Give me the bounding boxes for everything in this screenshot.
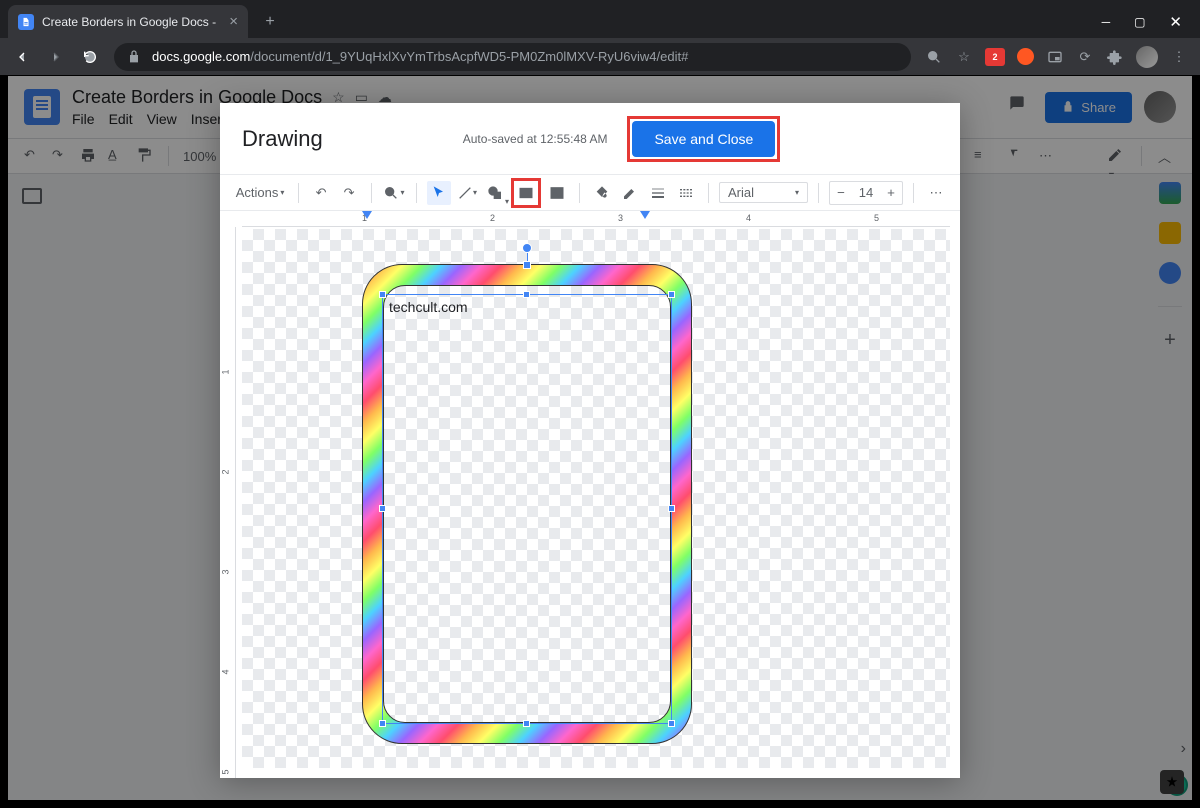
ublock-ext-icon[interactable] (1017, 48, 1034, 65)
textbox-content[interactable]: techcult.com (389, 299, 468, 315)
close-window-icon[interactable]: ✕ (1169, 13, 1182, 31)
resize-handle[interactable] (523, 261, 531, 269)
fill-color-icon[interactable] (590, 181, 614, 205)
textbox-tool-icon[interactable] (514, 181, 538, 205)
resize-handle[interactable] (668, 720, 675, 727)
resize-handle[interactable] (379, 505, 386, 512)
close-tab-icon[interactable]: × (229, 13, 238, 30)
save-and-close-button[interactable]: Save and Close (632, 121, 775, 157)
chrome-menu-icon[interactable]: ⋮ (1170, 48, 1188, 66)
profile-avatar[interactable] (1136, 46, 1158, 68)
textbox-shape[interactable]: techcult.com (382, 294, 672, 724)
redo-icon[interactable]: ↷ (337, 181, 361, 205)
font-size-value[interactable]: 14 (852, 185, 880, 200)
border-color-icon[interactable] (618, 181, 642, 205)
resize-handle[interactable] (379, 291, 386, 298)
docs-favicon (18, 14, 34, 30)
forward-icon (46, 47, 66, 67)
drawing-canvas[interactable]: techcult.com (242, 229, 950, 768)
font-size-stepper[interactable]: − 14 + (829, 181, 903, 205)
font-family-select[interactable]: Arial▾ (719, 182, 808, 203)
back-icon[interactable] (12, 47, 32, 67)
tab-title: Create Borders in Google Docs - (42, 15, 221, 29)
rotation-handle[interactable] (522, 243, 532, 253)
vertical-ruler: 1 2 3 4 5 (220, 227, 236, 778)
undo-icon[interactable]: ↶ (309, 181, 333, 205)
select-tool-icon[interactable] (427, 181, 451, 205)
resize-handle[interactable] (523, 291, 530, 298)
reader-ext-icon[interactable]: ⟳ (1076, 48, 1094, 66)
border-weight-icon[interactable] (646, 181, 670, 205)
border-dash-icon[interactable] (674, 181, 698, 205)
maximize-icon[interactable]: ▢ (1134, 15, 1145, 29)
resize-handle[interactable] (379, 720, 386, 727)
font-size-decrease[interactable]: − (830, 182, 852, 204)
dialog-title: Drawing (242, 126, 323, 152)
minimize-icon[interactable]: ─ (1102, 15, 1111, 29)
drawing-dialog: Drawing Auto-saved at 12:55:48 AM Save a… (220, 103, 960, 778)
image-tool-icon[interactable] (545, 181, 569, 205)
url-text: docs.google.com/document/d/1_9YUqHxlXvYm… (152, 49, 688, 64)
font-size-increase[interactable]: + (880, 182, 902, 204)
zoom-tool-icon[interactable]: ▾ (382, 181, 406, 205)
line-tool-icon[interactable]: ▾ (455, 181, 479, 205)
todo-ext-icon[interactable]: 2 (985, 48, 1005, 66)
actions-menu[interactable]: Actions ▾ (232, 181, 288, 205)
address-bar[interactable]: docs.google.com/document/d/1_9YUqHxlXvYm… (114, 43, 911, 71)
shape-tool-icon[interactable]: ▾ (483, 181, 507, 205)
new-tab-button[interactable]: + (256, 8, 284, 36)
bookmark-star-icon[interactable]: ☆ (955, 48, 973, 66)
browser-tab[interactable]: Create Borders in Google Docs - × (8, 5, 248, 38)
more-options-icon[interactable]: ⋯ (924, 181, 948, 205)
lock-icon (126, 49, 142, 65)
reload-icon[interactable] (80, 47, 100, 67)
pip-ext-icon[interactable] (1046, 48, 1064, 66)
horizontal-ruler: 1 2 3 4 5 (242, 211, 950, 227)
autosave-status: Auto-saved at 12:55:48 AM (463, 132, 608, 146)
resize-handle[interactable] (668, 505, 675, 512)
resize-handle[interactable] (668, 291, 675, 298)
search-in-page-icon[interactable] (925, 48, 943, 66)
extensions-icon[interactable] (1106, 48, 1124, 66)
resize-handle[interactable] (523, 720, 530, 727)
